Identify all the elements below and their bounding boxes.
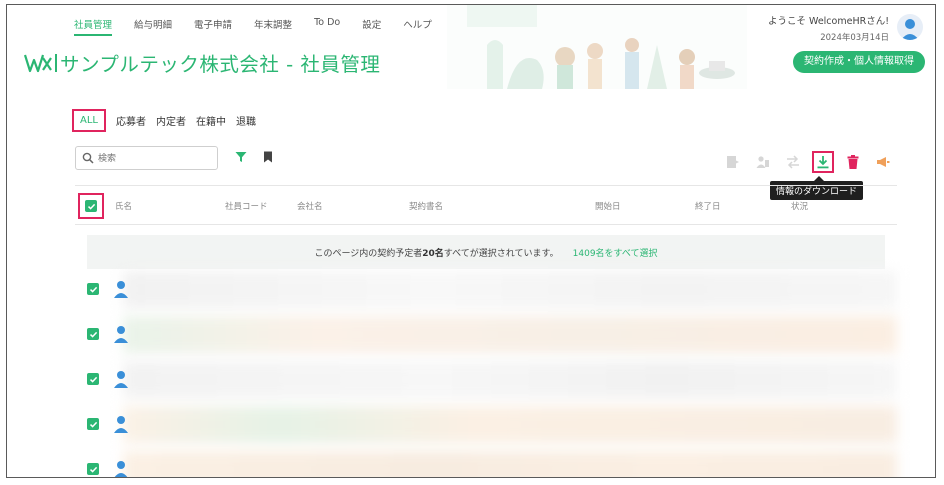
main-content: ALL 応募者 内定者 在籍中 退職 検索 情報のダウンロード 氏名 社員コード…: [7, 89, 935, 477]
checkbox-checked: [85, 200, 97, 212]
nav-todo[interactable]: To Do: [314, 17, 340, 36]
download-icon: [817, 156, 829, 169]
swap-icon[interactable]: [785, 154, 801, 170]
header: 社員管理 給与明細 電子申請 年末調整 To Do 設定 ヘルプ サンプルテック…: [7, 5, 935, 89]
avatar-icon: [114, 416, 128, 433]
table-row[interactable]: [75, 271, 897, 308]
table-row[interactable]: [75, 361, 897, 398]
nav-payslip[interactable]: 給与明細: [134, 17, 172, 36]
nav-e-application[interactable]: 電子申請: [194, 17, 232, 36]
col-status[interactable]: 状況: [791, 200, 808, 212]
app-window: 社員管理 給与明細 電子申請 年末調整 To Do 設定 ヘルプ サンプルテック…: [6, 4, 936, 478]
col-end-date[interactable]: 終了日: [695, 200, 721, 212]
status-tabs: ALL 応募者 内定者 在籍中 退職: [72, 109, 266, 132]
col-employee-code[interactable]: 社員コード: [225, 200, 268, 212]
header-illustration: [447, 5, 747, 89]
tab-applicants[interactable]: 応募者: [116, 113, 146, 128]
row-checkbox[interactable]: [87, 463, 99, 475]
nav-employee-management[interactable]: 社員管理: [74, 17, 113, 36]
search-box[interactable]: [75, 146, 218, 170]
company-title: サンプルテック株式会社 - 社員管理: [60, 53, 381, 76]
table-row[interactable]: [75, 406, 897, 443]
nav-year-end-adjustment[interactable]: 年末調整: [254, 17, 292, 36]
table-body: [75, 271, 897, 477]
employee-table: 氏名 社員コード 会社名 契約書名 開始日 終了日 状況 このページ内の契約予定…: [75, 185, 897, 477]
col-contract-name[interactable]: 契約書名: [409, 200, 443, 212]
logo[interactable]: サンプルテック株式会社 - 社員管理: [24, 48, 380, 77]
banner-suffix: すべてが選択されています。: [443, 248, 559, 259]
select-all-link[interactable]: 1409名をすべて選択: [573, 246, 658, 259]
welcome-greeting: ようこそ WelcomeHRさん!: [767, 16, 889, 27]
download-button[interactable]: [812, 151, 834, 173]
avatar-icon: [114, 281, 128, 298]
top-nav: 社員管理 給与明細 電子申請 年末調整 To Do 設定 ヘルプ: [74, 17, 454, 36]
row-checkbox[interactable]: [87, 328, 99, 340]
col-start-date[interactable]: 開始日: [595, 200, 621, 212]
avatar-icon: [114, 371, 128, 388]
tab-employed[interactable]: 在籍中: [196, 113, 226, 128]
tab-retired[interactable]: 退職: [236, 113, 256, 128]
tab-offered[interactable]: 内定者: [156, 113, 186, 128]
selection-banner: このページ内の契約予定者 20名 すべてが選択されています。 1409名をすべて選択: [87, 235, 885, 269]
table-header: 氏名 社員コード 会社名 契約書名 開始日 終了日 状況: [75, 185, 897, 225]
banner-prefix: このページ内の契約予定者: [314, 248, 423, 259]
row-checkbox[interactable]: [87, 283, 99, 295]
logo-mark-icon: [24, 53, 57, 72]
tab-all[interactable]: ALL: [72, 109, 106, 132]
col-company[interactable]: 会社名: [297, 200, 323, 212]
row-checkbox[interactable]: [87, 373, 99, 385]
nav-help[interactable]: ヘルプ: [403, 17, 432, 36]
assign-user-icon[interactable]: [755, 154, 771, 170]
filter-icon[interactable]: [235, 151, 247, 163]
user-avatar[interactable]: [897, 14, 923, 40]
search-input[interactable]: [98, 153, 208, 163]
create-contract-button[interactable]: 契約作成・個人情報取得: [793, 51, 925, 73]
announce-icon[interactable]: [875, 154, 891, 170]
col-name[interactable]: 氏名: [115, 200, 132, 212]
action-toolbar: [725, 151, 905, 173]
bookmark-icon[interactable]: [263, 151, 273, 163]
search-icon: [82, 152, 94, 164]
row-checkbox[interactable]: [87, 418, 99, 430]
avatar-icon: [114, 461, 128, 477]
select-all-checkbox[interactable]: [78, 193, 104, 219]
avatar-icon: [114, 326, 128, 343]
banner-count: 20名: [422, 248, 444, 259]
table-row[interactable]: [75, 451, 897, 477]
delete-icon[interactable]: [845, 154, 861, 170]
welcome-block: ようこそ WelcomeHRさん! 2024年03月14日: [768, 13, 889, 43]
table-row[interactable]: [75, 316, 897, 353]
nav-settings[interactable]: 設定: [362, 17, 381, 36]
current-date: 2024年03月14日: [820, 33, 889, 43]
export-document-icon[interactable]: [725, 154, 741, 170]
